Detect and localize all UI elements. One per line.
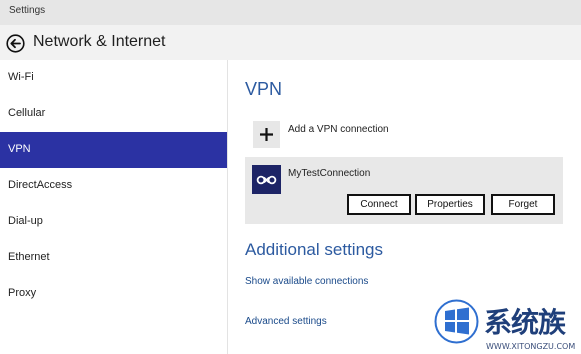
sidebar-item-vpn[interactable]: VPN (0, 132, 227, 168)
sidebar-item-wifi[interactable]: Wi-Fi (0, 60, 227, 96)
sidebar-item-label: Cellular (8, 107, 46, 119)
watermark-text: 系统族 (484, 306, 566, 339)
add-vpn-connection-link[interactable]: Add a VPN connection (288, 124, 389, 135)
sidebar-item-label: Proxy (8, 287, 37, 299)
vpn-connection-card[interactable]: MyTestConnection Connect Properties Forg… (245, 157, 563, 224)
connect-button[interactable]: Connect (347, 194, 411, 215)
sidebar-item-dialup[interactable]: Dial-up (0, 204, 227, 240)
sidebar-item-label: VPN (8, 143, 31, 155)
sidebar-item-label: DirectAccess (8, 179, 73, 191)
advanced-settings-link[interactable]: Advanced settings (245, 316, 327, 327)
sidebar-item-directaccess[interactable]: DirectAccess (0, 168, 227, 204)
additional-settings-title: Additional settings (245, 240, 383, 259)
window-title: Settings (9, 5, 46, 16)
watermark-url: WWW.XITONGZU.COM (486, 342, 576, 351)
section-title-vpn: VPN (245, 79, 283, 99)
forget-button[interactable]: Forget (491, 194, 555, 215)
page-title: Network & Internet (33, 33, 166, 50)
sidebar-item-label: Wi-Fi (8, 71, 34, 83)
vpn-connection-name: MyTestConnection (288, 168, 371, 179)
title-bar: Settings (0, 0, 581, 25)
show-available-connections-link[interactable]: Show available connections (245, 276, 368, 287)
page-header: Network & Internet (0, 25, 581, 60)
properties-button[interactable]: Properties (415, 194, 485, 215)
sidebar-item-label: Dial-up (8, 215, 43, 227)
sidebar-item-ethernet[interactable]: Ethernet (0, 240, 227, 276)
vpn-link-icon (252, 165, 281, 194)
back-arrow-icon[interactable] (6, 34, 25, 53)
sidebar-item-label: Ethernet (8, 251, 50, 263)
plus-icon[interactable] (253, 121, 280, 148)
windows-logo-icon (434, 299, 479, 344)
sidebar-item-cellular[interactable]: Cellular (0, 96, 227, 132)
sidebar: Wi-Fi Cellular VPN DirectAccess Dial-up … (0, 60, 228, 354)
watermark: 系统族 WWW.XITONGZU.COM (430, 298, 581, 354)
sidebar-item-proxy[interactable]: Proxy (0, 276, 227, 312)
